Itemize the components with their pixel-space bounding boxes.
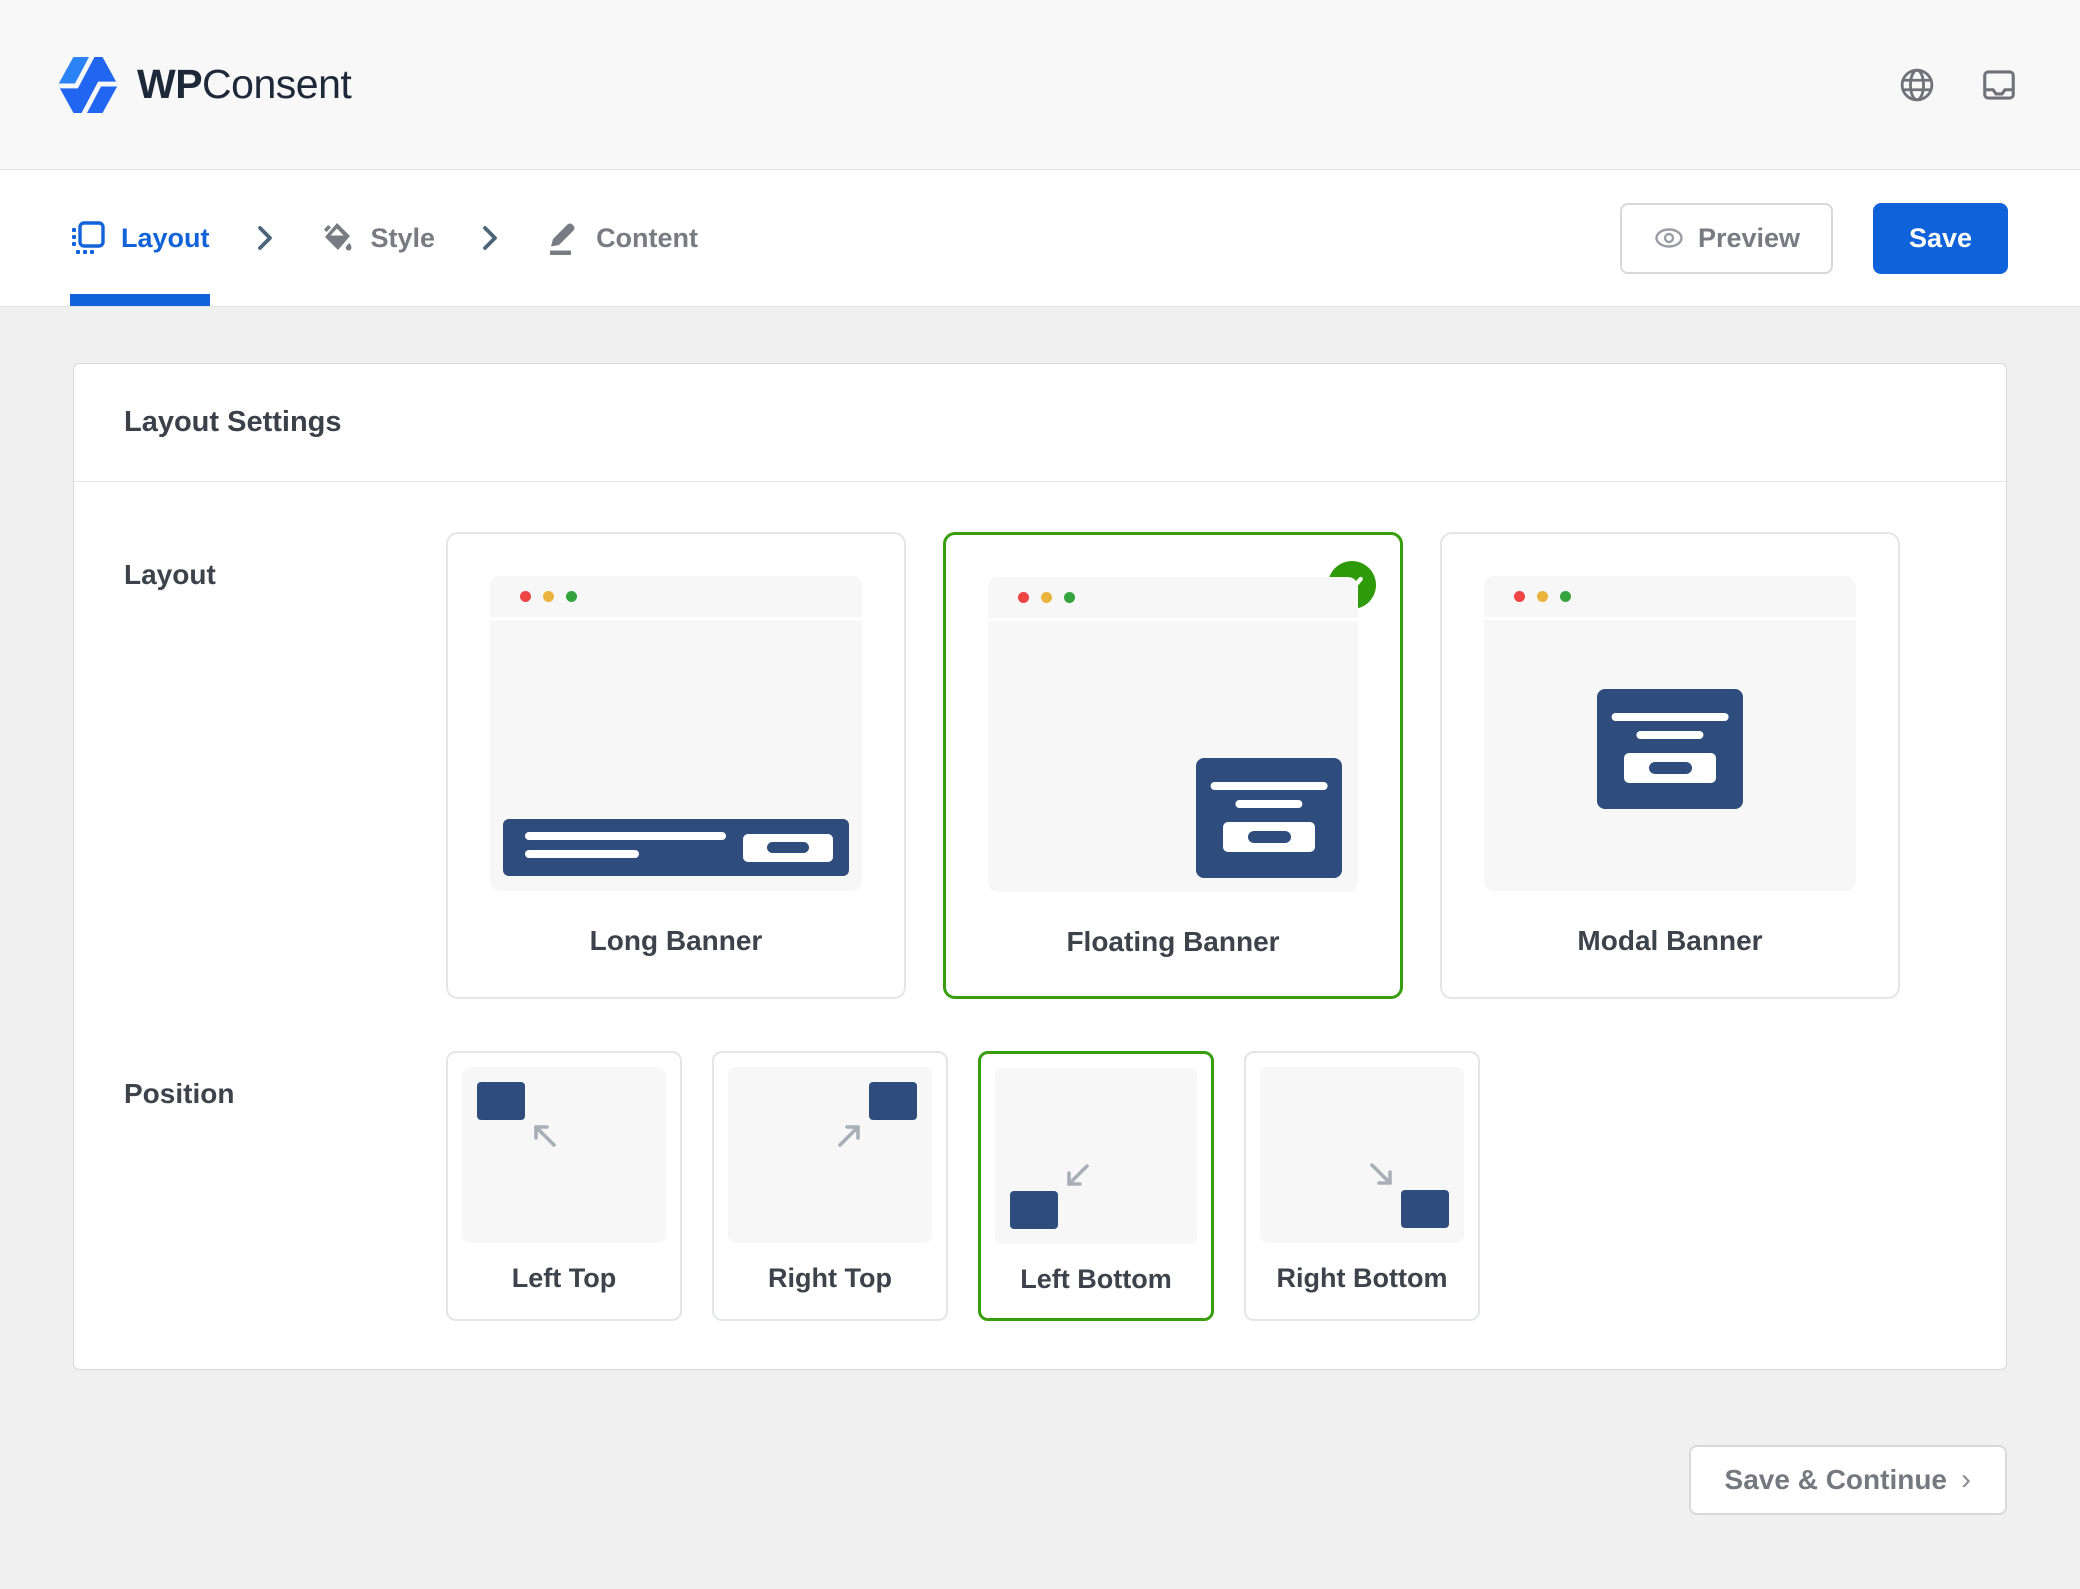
layout-option-label: Modal Banner — [1442, 925, 1898, 957]
browser-mockup — [988, 577, 1358, 892]
footer-bar: Save & Continue › — [0, 1370, 2080, 1515]
save-continue-button[interactable]: Save & Continue › — [1689, 1445, 2007, 1515]
layout-settings-panel: Layout Settings Layout — [73, 363, 2007, 1370]
arrow-up-left-icon — [528, 1119, 562, 1153]
traffic-dot-red — [1514, 591, 1525, 602]
position-option-label: Left Bottom — [981, 1264, 1211, 1295]
browser-mockup-titlebar — [988, 577, 1358, 621]
traffic-dot-green — [1064, 592, 1075, 603]
layout-option-modal-banner[interactable]: Modal Banner — [1440, 532, 1900, 999]
wpconsent-logo-text: WPConsent — [137, 61, 351, 108]
layout-icon — [70, 220, 106, 256]
chevron-right-icon: › — [1961, 1463, 1971, 1497]
traffic-dot-yellow — [1041, 592, 1052, 603]
paint-bucket-icon — [320, 220, 356, 256]
layout-row: Layout — [124, 532, 1956, 999]
tab-content[interactable]: Content — [545, 170, 698, 306]
position-row: Position Left Top — [124, 1051, 1956, 1321]
position-option-label: Left Top — [448, 1263, 680, 1294]
steps-nav: Layout Style Content Preview — [0, 170, 2080, 307]
floating-banner-illustration — [1196, 758, 1342, 878]
position-illustration — [1260, 1067, 1464, 1243]
traffic-dot-red — [1018, 592, 1029, 603]
wpconsent-logo-icon — [57, 56, 119, 114]
position-option-right-top[interactable]: Right Top — [712, 1051, 948, 1321]
main-content: Layout Settings Layout — [0, 307, 2080, 1370]
chevron-right-icon — [250, 223, 280, 253]
arrow-down-right-icon — [1364, 1157, 1398, 1191]
chevron-right-icon — [475, 223, 505, 253]
tab-style[interactable]: Style — [320, 170, 436, 306]
globe-icon[interactable] — [1898, 66, 1936, 104]
tab-layout[interactable]: Layout — [70, 170, 210, 306]
save-button[interactable]: Save — [1873, 203, 2008, 274]
tab-content-label: Content — [596, 223, 698, 254]
position-row-label: Position — [124, 1051, 446, 1321]
panel-title: Layout Settings — [124, 406, 342, 439]
save-continue-label: Save & Continue — [1725, 1464, 1947, 1496]
layout-option-floating-banner[interactable]: Floating Banner — [943, 532, 1403, 999]
eye-icon — [1653, 222, 1685, 254]
panel-header: Layout Settings — [74, 364, 2006, 482]
position-option-right-bottom[interactable]: Right Bottom — [1244, 1051, 1480, 1321]
position-illustration — [728, 1067, 932, 1243]
position-option-left-bottom[interactable]: Left Bottom — [978, 1051, 1214, 1321]
position-illustration — [995, 1068, 1197, 1244]
layout-option-label: Floating Banner — [946, 926, 1400, 958]
traffic-dot-red — [520, 591, 531, 602]
position-illustration — [462, 1067, 666, 1243]
browser-mockup — [490, 576, 862, 891]
pencil-icon — [545, 220, 581, 256]
arrow-down-left-icon — [1061, 1158, 1095, 1192]
traffic-dot-yellow — [543, 591, 554, 602]
wpconsent-logo: WPConsent — [57, 56, 351, 114]
preview-button-label: Preview — [1698, 223, 1800, 254]
app-header: WPConsent — [0, 0, 2080, 170]
traffic-dot-yellow — [1537, 591, 1548, 602]
layout-row-label: Layout — [124, 532, 446, 999]
tab-layout-label: Layout — [121, 223, 210, 254]
browser-mockup-titlebar — [490, 576, 862, 620]
layout-option-long-banner[interactable]: Long Banner — [446, 532, 906, 999]
arrow-up-right-icon — [832, 1119, 866, 1153]
position-option-label: Right Bottom — [1246, 1263, 1478, 1294]
inbox-icon[interactable] — [1980, 66, 2018, 104]
modal-banner-illustration — [1597, 689, 1743, 809]
position-option-label: Right Top — [714, 1263, 946, 1294]
traffic-dot-green — [566, 591, 577, 602]
browser-mockup-titlebar — [1484, 576, 1856, 620]
long-banner-illustration — [503, 819, 849, 876]
layout-option-label: Long Banner — [448, 925, 904, 957]
traffic-dot-green — [1560, 591, 1571, 602]
browser-mockup — [1484, 576, 1856, 891]
position-option-left-top[interactable]: Left Top — [446, 1051, 682, 1321]
preview-button[interactable]: Preview — [1620, 203, 1833, 274]
tab-style-label: Style — [371, 223, 436, 254]
